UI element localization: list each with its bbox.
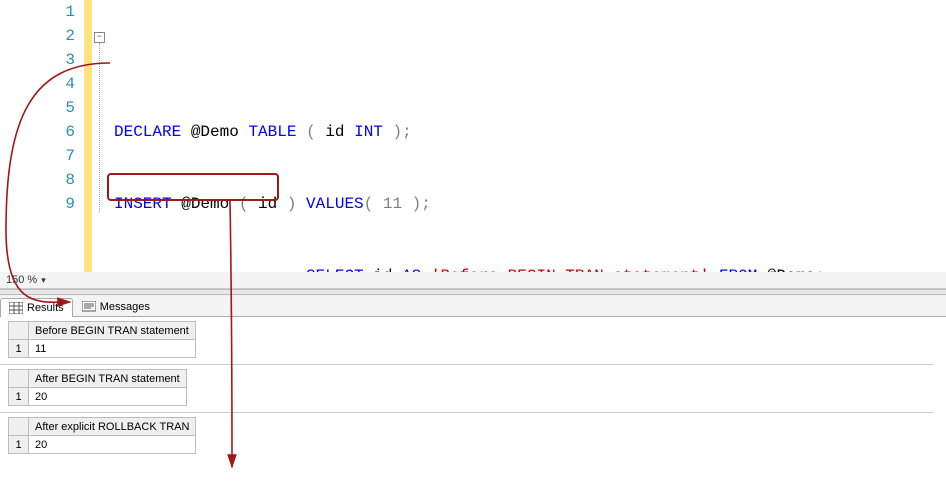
row-header[interactable]: 1 [9,340,29,358]
row-header[interactable]: 1 [9,436,29,454]
chevron-down-icon: ▾ [41,275,46,286]
tab-messages-label: Messages [100,301,150,313]
result-grid: After BEGIN TRAN statement 120 [8,369,944,406]
column-header[interactable]: After explicit ROLLBACK TRAN [29,418,196,436]
row-header[interactable]: 1 [9,388,29,406]
code-line: SELECT id AS 'Before BEGIN TRAN statemen… [114,264,946,272]
line-number-gutter: 1 2 3 4 5 6 7 8 9 [0,0,84,272]
zoom-level[interactable]: 150 %▾ [0,272,946,289]
code-line: INSERT @Demo ( id ) VALUES( 11 ); [114,192,946,216]
messages-icon [82,301,96,313]
result-grid: After explicit ROLLBACK TRAN 120 [8,417,944,454]
column-header[interactable]: After BEGIN TRAN statement [29,370,187,388]
grid-corner [9,418,29,436]
tab-results[interactable]: Results [0,298,73,317]
code-line: DECLARE @Demo TABLE ( id INT ); [114,120,946,144]
change-marker-strip [84,0,92,272]
tab-messages[interactable]: Messages [73,297,159,316]
results-pane[interactable]: Before BEGIN TRAN statement 111 After BE… [0,321,946,454]
cell[interactable]: 11 [29,340,196,358]
code-text[interactable]: DECLARE @Demo TABLE ( id INT ); INSERT @… [110,0,946,272]
results-tabs: Results Messages [0,295,946,317]
grid-icon [9,302,23,314]
grid-separator [0,364,934,365]
grid-corner [9,322,29,340]
cell[interactable]: 20 [29,388,187,406]
fold-toggle-icon[interactable]: − [94,32,105,43]
fold-strip: − [92,0,110,272]
result-grid: Before BEGIN TRAN statement 111 [8,321,944,358]
grid-separator [0,412,934,413]
tab-results-label: Results [27,302,64,314]
grid-corner [9,370,29,388]
code-line [114,48,946,72]
cell[interactable]: 20 [29,436,196,454]
column-header[interactable]: Before BEGIN TRAN statement [29,322,196,340]
code-editor-pane[interactable]: 1 2 3 4 5 6 7 8 9 − DECLARE @Demo TABLE … [0,0,946,272]
